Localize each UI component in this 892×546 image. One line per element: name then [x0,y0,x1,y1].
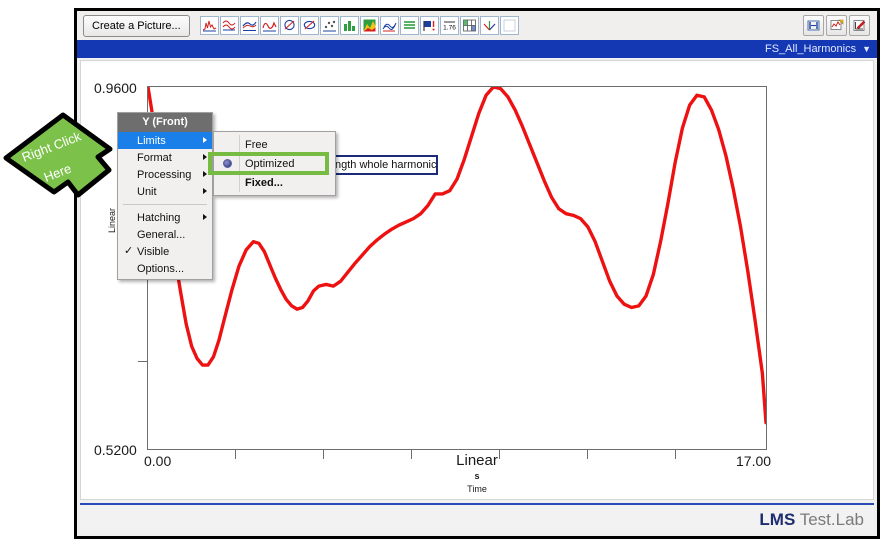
y-tick-mark [138,361,147,362]
lms-testlab-logo: LMS Test.Lab [759,510,864,530]
menu-item-options[interactable]: Options... [118,260,212,277]
logo-light-text: Test.Lab [795,510,864,529]
y-axis-title: Linear [107,207,117,233]
menu-item-label: General... [137,228,186,241]
chevron-right-icon [203,171,207,177]
harmonics-textbox-value: ngth whole harmonics [335,159,438,171]
x-axis-title: Linear [456,452,498,469]
harmonics-textbox[interactable]: ngth whole harmonics [330,155,438,175]
y-axis-max-label: 0.9600 [94,80,137,96]
smooth-curve-icon[interactable] [259,16,279,35]
toolbar-right-group [801,15,870,36]
submenu-item-label: Free [245,138,268,151]
harmonics-dropdown[interactable]: FS_All_Harmonics ▼ [765,41,871,57]
submenu-item-label: Optimized [245,157,295,170]
new-picture-icon[interactable] [826,15,847,36]
annotate-flag-icon[interactable] [419,16,439,35]
nyquist-plot-icon[interactable] [299,16,319,35]
numeric-value-icon[interactable]: 1.76 [439,16,459,35]
chevron-right-icon [203,137,207,143]
edit-picture-icon[interactable] [849,15,870,36]
polar-plot-icon[interactable] [279,16,299,35]
create-picture-button[interactable]: Create a Picture... [83,14,190,37]
blank-frame-icon[interactable] [499,16,519,35]
menu-item-hatching[interactable]: Hatching [118,209,212,226]
averaged-curve-icon[interactable] [239,16,259,35]
menu-item-label: Processing [137,168,192,181]
title-strip [77,40,877,58]
chevron-right-icon [203,188,207,194]
chevron-right-icon [203,214,207,220]
menu-item-label: Limits [137,134,166,147]
harmonics-dropdown-label: FS_All_Harmonics [764,43,857,55]
submenu-item-label: Fixed... [245,176,283,189]
logo-bold-text: LMS [759,510,796,529]
menu-item-limits[interactable]: Limits [118,132,212,149]
scatter-points-icon[interactable] [319,16,339,35]
color-map-icon[interactable] [359,16,379,35]
status-bar: LMS Test.Lab [80,503,874,533]
list-lines-icon[interactable] [399,16,419,35]
context-menu-header: Y (Front) [118,113,212,132]
overlay-curves-icon[interactable] [219,16,239,35]
menu-item-label: Hatching [137,211,181,224]
waterfall-icon[interactable] [379,16,399,35]
menu-item-visible[interactable]: ✓ Visible [118,243,212,260]
matrix-grid-icon[interactable] [459,16,479,35]
submenu-item-fixed[interactable]: Fixed... [214,173,335,192]
limits-submenu[interactable]: Free Optimized Fixed... [213,131,336,196]
menu-item-label: Format [137,151,172,164]
checkmark-icon: ✓ [124,245,134,257]
menu-separator [123,204,207,205]
menu-item-processing[interactable]: Processing [118,166,212,183]
radio-selected-icon [223,159,232,168]
toolbar-icon-group: 1.76 [199,16,520,35]
bar-chart-icon[interactable] [339,16,359,35]
submenu-item-free[interactable]: Free [214,135,335,154]
right-click-here-annotation: Right Click Here [3,112,113,198]
menu-item-general[interactable]: General... [118,226,212,243]
menu-item-format[interactable]: Format [118,149,212,166]
toolbar: Create a Picture... 1.76 [77,11,877,40]
menu-item-label: Visible [137,245,170,258]
svg-text:1.76: 1.76 [443,25,456,32]
3d-axes-icon[interactable] [479,16,499,35]
fit-width-icon[interactable] [803,15,824,36]
chevron-right-icon [203,154,207,160]
menu-item-unit[interactable]: Unit [118,183,212,200]
caret-down-icon: ▼ [862,44,871,54]
x-axis-unit: s [474,471,480,481]
menu-item-label: Options... [137,262,185,275]
x-axis-quantity: Time [467,484,487,494]
menu-item-label: Unit [137,185,157,198]
create-picture-label: Create a Picture... [92,19,181,32]
submenu-item-optimized[interactable]: Optimized [214,154,335,173]
waveform-peak-icon[interactable] [199,16,219,35]
